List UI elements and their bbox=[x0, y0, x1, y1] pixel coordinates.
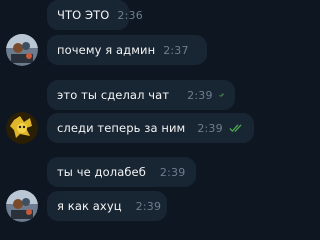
message-text: ты че долабеб bbox=[57, 165, 146, 179]
message-time: 2:36 bbox=[117, 8, 143, 22]
user-avatar-icon[interactable] bbox=[6, 112, 38, 144]
user-avatar-icon[interactable] bbox=[6, 34, 38, 66]
message-bubble[interactable]: это ты сделал чат 2:39 bbox=[47, 80, 235, 110]
message-text: это ты сделал чат bbox=[57, 88, 170, 102]
user-avatar-icon[interactable] bbox=[6, 190, 38, 222]
message-bubble[interactable]: почему я админ 2:37 bbox=[47, 35, 207, 65]
message-time: 2:37 bbox=[163, 43, 189, 57]
message-time: 2:39 bbox=[135, 199, 162, 213]
message-text: я как ахуц bbox=[57, 199, 122, 213]
message-bubble[interactable]: что это 2:36 bbox=[47, 0, 143, 30]
message-time: 2:39 bbox=[187, 88, 213, 102]
message-bubble[interactable]: следи теперь за ним 2:39 bbox=[47, 113, 254, 143]
message-text: следи теперь за ним bbox=[57, 121, 186, 135]
message-time: 2:39 bbox=[159, 165, 186, 179]
message-bubble[interactable]: я как ахуц 2:39 bbox=[47, 191, 167, 221]
message-text: что это bbox=[57, 8, 110, 22]
message-text: почему я админ bbox=[57, 43, 156, 57]
message-time: 2:39 bbox=[197, 121, 223, 135]
double-check-icon bbox=[229, 124, 242, 133]
chat-history: что это 2:36 почему я админ 2:37 это ты … bbox=[0, 0, 303, 240]
message-bubble[interactable]: ты че долабеб 2:39 bbox=[47, 157, 196, 187]
double-check-icon bbox=[218, 93, 224, 97]
